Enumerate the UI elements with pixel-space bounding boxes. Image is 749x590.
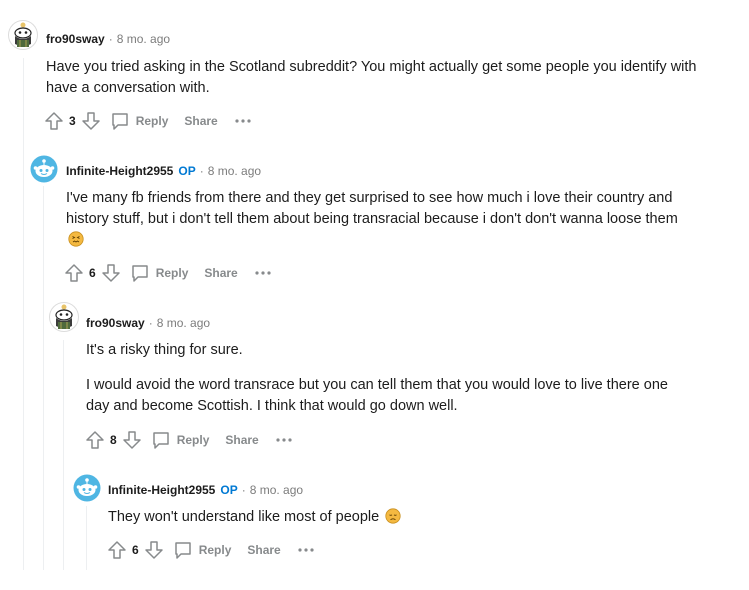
comment-body: It's a risky thing for sure. I would avo…: [86, 340, 686, 417]
thread-line[interactable]: [86, 506, 87, 570]
comment-body: They won't understand like most of peopl…: [108, 507, 708, 531]
vote-score: 6: [89, 266, 96, 280]
reply-button[interactable]: Reply: [151, 430, 210, 450]
comment-bubble-icon: [111, 113, 128, 130]
comment-meta: fro90sway · 8 mo. ago: [46, 29, 170, 49]
avatar[interactable]: [30, 155, 58, 183]
avatar[interactable]: [73, 474, 101, 502]
vote-score: 3: [69, 114, 76, 128]
vote-score: 8: [110, 433, 117, 447]
downvote-button[interactable]: [100, 262, 122, 284]
more-options-icon: [298, 548, 314, 552]
downvote-button[interactable]: [80, 110, 102, 132]
default-snoo-avatar-icon: [73, 474, 101, 502]
more-options-icon: [235, 119, 251, 123]
author-name[interactable]: fro90sway: [46, 32, 105, 46]
reply-label: Reply: [135, 114, 169, 128]
reply-label: Reply: [176, 433, 210, 447]
upvote-button[interactable]: [84, 429, 106, 451]
thread-line[interactable]: [43, 186, 44, 570]
reply-button[interactable]: Reply: [130, 263, 189, 283]
downvote-button[interactable]: [143, 539, 165, 561]
snoo-kilt-avatar-icon: [8, 20, 38, 50]
op-badge: OP: [220, 483, 238, 497]
share-button[interactable]: Share: [204, 266, 237, 280]
downvote-button[interactable]: [121, 429, 143, 451]
more-options-icon: [276, 438, 292, 442]
comment-bubble-icon: [174, 542, 191, 559]
upvote-icon: [45, 112, 63, 130]
upvote-icon: [65, 264, 83, 282]
vote-score: 6: [132, 543, 139, 557]
comment-paragraph: They won't understand like most of peopl…: [108, 507, 708, 531]
comment-actions: 8 Reply Share: [84, 428, 293, 452]
comment-actions: 3 Reply Share: [43, 109, 252, 133]
avatar[interactable]: [8, 20, 38, 50]
comment-paragraph: I would avoid the word transrace but you…: [86, 377, 668, 414]
more-options-icon: [255, 271, 271, 275]
default-snoo-avatar-icon: [30, 155, 58, 183]
timestamp[interactable]: 8 mo. ago: [250, 483, 303, 497]
avatar[interactable]: [49, 302, 79, 332]
comment-body: I've many fb friends from there and they…: [66, 188, 686, 254]
snoo-kilt-avatar-icon: [49, 302, 79, 332]
reply-button[interactable]: Reply: [173, 540, 232, 560]
comment-meta: Infinite-Height2955 OP · 8 mo. ago: [108, 480, 303, 500]
upvote-button[interactable]: [63, 262, 85, 284]
upvote-icon: [108, 541, 126, 559]
author-name[interactable]: Infinite-Height2955: [66, 164, 173, 178]
comment-meta: Infinite-Height2955 OP · 8 mo. ago: [66, 161, 261, 181]
downvote-icon: [101, 264, 120, 282]
more-options-button[interactable]: [254, 270, 272, 276]
author-name[interactable]: Infinite-Height2955: [108, 483, 215, 497]
share-button[interactable]: Share: [225, 433, 258, 447]
timestamp[interactable]: 8 mo. ago: [157, 316, 210, 330]
more-options-button[interactable]: [275, 437, 293, 443]
separator: ·: [199, 164, 204, 178]
upvote-button[interactable]: [106, 539, 128, 561]
comment-paragraph: It's a risky thing for sure.: [86, 342, 243, 358]
comment-actions: 6 Reply Share: [63, 261, 272, 285]
upvote-icon: [86, 431, 104, 449]
upvote-button[interactable]: [43, 110, 65, 132]
timestamp[interactable]: 8 mo. ago: [117, 32, 170, 46]
comment-actions: 6 Reply Share: [106, 538, 315, 562]
share-button[interactable]: Share: [247, 543, 280, 557]
comment-paragraph: I've many fb friends from there and they…: [66, 188, 686, 254]
reply-label: Reply: [198, 543, 232, 557]
confounded-face-emoji-icon: [68, 231, 84, 254]
disappointed-face-emoji-icon: [385, 508, 401, 531]
reply-button[interactable]: Reply: [110, 111, 169, 131]
share-button[interactable]: Share: [184, 114, 217, 128]
thread-line[interactable]: [63, 340, 64, 570]
op-badge: OP: [178, 164, 196, 178]
comment-bubble-icon: [152, 432, 169, 449]
downvote-icon: [144, 541, 163, 559]
reply-label: Reply: [155, 266, 189, 280]
thread-line[interactable]: [23, 58, 24, 570]
more-options-button[interactable]: [297, 547, 315, 553]
downvote-icon: [122, 431, 141, 449]
comment-bubble-icon: [131, 265, 148, 282]
comment-body: Have you tried asking in the Scotland su…: [46, 57, 706, 99]
separator: ·: [148, 316, 153, 330]
comment-text: I've many fb friends from there and they…: [66, 190, 678, 227]
comment-meta: fro90sway · 8 mo. ago: [86, 313, 210, 333]
comment-text: They won't understand like most of peopl…: [108, 509, 380, 525]
comment-paragraph: Have you tried asking in the Scotland su…: [46, 59, 697, 96]
separator: ·: [241, 483, 246, 497]
timestamp[interactable]: 8 mo. ago: [208, 164, 261, 178]
downvote-icon: [81, 112, 100, 130]
more-options-button[interactable]: [234, 118, 252, 124]
author-name[interactable]: fro90sway: [86, 316, 145, 330]
separator: ·: [108, 32, 113, 46]
